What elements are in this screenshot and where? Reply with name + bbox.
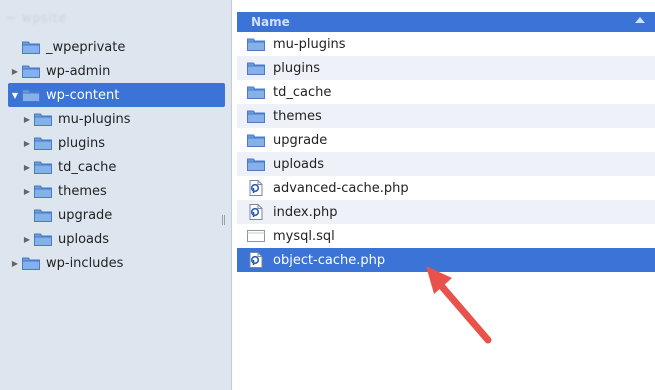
tree-root-label: ~ wpsite (6, 11, 67, 25)
tree-item-wp-admin[interactable]: ▶ wp-admin (8, 59, 225, 83)
folder-icon (22, 64, 40, 78)
sql-file-icon (247, 229, 265, 244)
file-list-pane: Name mu-plugins plugins td_cachethemes upgr… (237, 0, 655, 390)
tree-item-label: _wpeprivate (46, 39, 126, 55)
tree-item-wp-content[interactable]: ▼ wp-content (8, 83, 225, 107)
file-name: themes (273, 108, 322, 124)
file-row-index-php[interactable]: index.php (237, 200, 655, 224)
folder-icon (247, 61, 265, 76)
expand-right-icon[interactable]: ▶ (10, 258, 20, 268)
tree-item-label: wp-content (46, 87, 120, 103)
tree-item-themes[interactable]: ▶ themes (8, 179, 225, 203)
tree-item-label: td_cache (58, 159, 117, 175)
file-row-advanced-cache-php[interactable]: advanced-cache.php (237, 176, 655, 200)
tree-item-label: uploads (58, 231, 110, 247)
expand-right-icon[interactable]: ▶ (10, 66, 20, 76)
tree-item-label: themes (58, 183, 107, 199)
name-column-label: Name (251, 15, 290, 29)
php-file-icon (247, 252, 265, 268)
folder-tree-pane: ~ wpsite _wpeprivate ▶ wp-admin ▼ wp-content… (0, 0, 232, 390)
folder-icon (22, 256, 40, 270)
php-file-icon (247, 180, 265, 196)
tree-item-mu-plugins[interactable]: ▶ mu-plugins (8, 107, 225, 131)
folder-icon (34, 136, 52, 150)
folder-icon (247, 85, 265, 100)
file-name: mysql.sql (273, 228, 335, 244)
folder-icon (247, 157, 265, 172)
expand-right-icon[interactable]: ▶ (22, 234, 32, 244)
tree-item-label: plugins (58, 135, 105, 151)
file-name: advanced-cache.php (273, 180, 409, 196)
tree-item-uploads[interactable]: ▶ uploads (8, 227, 225, 251)
php-file-icon (247, 204, 265, 220)
expand-right-icon[interactable]: ▶ (22, 114, 32, 124)
file-name: plugins (273, 60, 320, 76)
file-row-plugins[interactable]: plugins (237, 56, 655, 80)
folder-icon (22, 88, 40, 102)
expand-right-icon[interactable]: ▶ (22, 138, 32, 148)
tree-item-plugins[interactable]: ▶ plugins (8, 131, 225, 155)
tree-item-label: wp-admin (46, 63, 111, 79)
pane-splitter-handle[interactable] (222, 215, 225, 225)
file-row-upgrade[interactable]: upgrade (237, 128, 655, 152)
folder-icon (22, 40, 40, 54)
file-row-mysql-sql[interactable]: mysql.sql (237, 224, 655, 248)
folder-icon (247, 133, 265, 148)
folder-icon (34, 160, 52, 174)
folder-icon (34, 112, 52, 126)
file-row-uploads[interactable]: uploads (237, 152, 655, 176)
file-name: mu-plugins (273, 36, 346, 52)
tree-item-label: wp-includes (46, 255, 124, 271)
folder-icon (247, 109, 265, 124)
tree-item-label: mu-plugins (58, 111, 131, 127)
file-name: td_cache (273, 84, 332, 100)
file-row-themes[interactable]: themes (237, 104, 655, 128)
tree-item-wpeprivate[interactable]: _wpeprivate (8, 35, 225, 59)
file-name: object-cache.php (273, 252, 386, 268)
file-row-td-cache[interactable]: td_cache (237, 80, 655, 104)
folder-icon (247, 37, 265, 52)
folder-icon (34, 208, 52, 222)
sort-ascending-icon (635, 17, 645, 23)
tree-item-label: upgrade (58, 207, 113, 223)
file-name: uploads (273, 156, 325, 172)
tree-item-wp-includes[interactable]: ▶ wp-includes (8, 251, 225, 275)
name-column-header[interactable]: Name (237, 12, 655, 32)
expand-right-icon[interactable]: ▶ (22, 162, 32, 172)
expand-right-icon[interactable]: ▶ (22, 186, 32, 196)
file-name: index.php (273, 204, 338, 220)
folder-icon (34, 232, 52, 246)
tree-item-upgrade[interactable]: upgrade (8, 203, 225, 227)
file-row-mu-plugins[interactable]: mu-plugins (237, 32, 655, 56)
tree-item-td-cache[interactable]: ▶ td_cache (8, 155, 225, 179)
folder-icon (34, 184, 52, 198)
file-row-object-cache-php[interactable]: object-cache.php (237, 248, 655, 272)
file-name: upgrade (273, 132, 328, 148)
expand-down-icon[interactable]: ▼ (10, 90, 20, 100)
